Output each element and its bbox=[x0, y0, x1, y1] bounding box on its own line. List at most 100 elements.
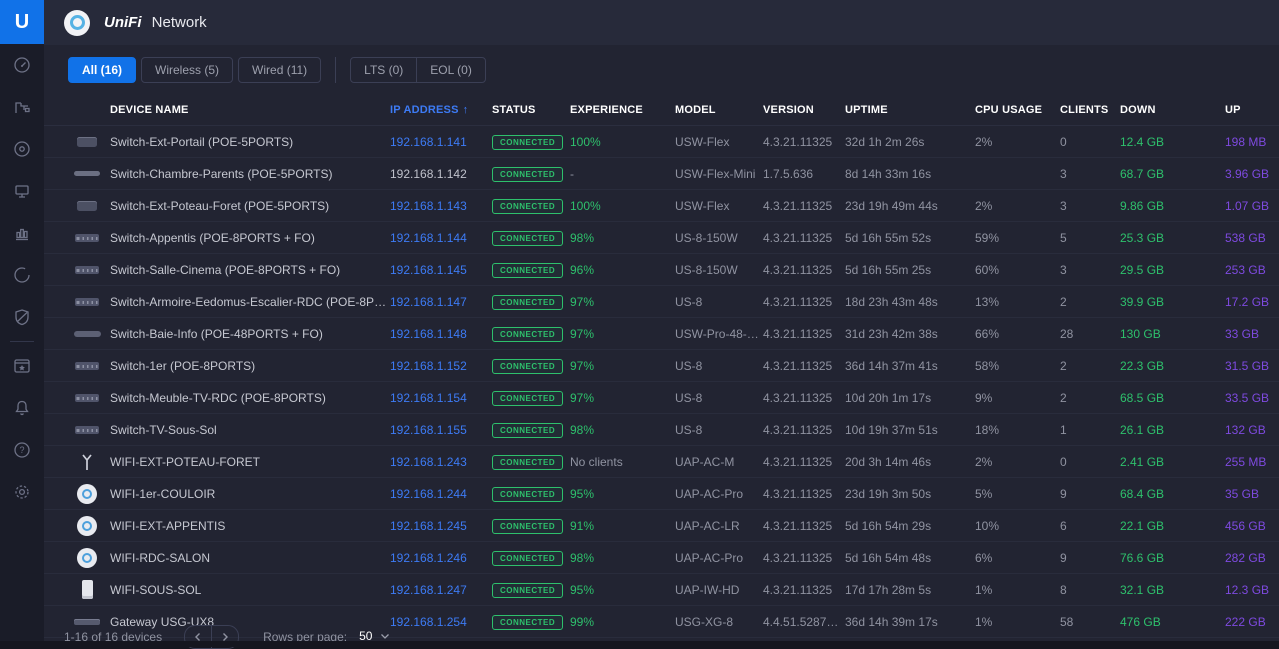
ip-address[interactable]: 192.168.1.246 bbox=[390, 551, 492, 565]
sidebar-item-topology[interactable] bbox=[0, 86, 44, 128]
column-header-down[interactable]: DOWN bbox=[1120, 104, 1225, 116]
tab-all-16[interactable]: All (16) bbox=[68, 57, 136, 83]
status-badge: CONNECTED bbox=[492, 391, 563, 406]
cpu-usage-value: 2% bbox=[975, 199, 1060, 213]
sidebar-item-devices[interactable] bbox=[0, 128, 44, 170]
sidebar-item-clients[interactable] bbox=[0, 170, 44, 212]
sidebar-item-system-log[interactable] bbox=[0, 345, 44, 387]
upload-value: 17.2 GB bbox=[1225, 295, 1279, 309]
clients-count: 9 bbox=[1060, 487, 1120, 501]
sidebar: U ? bbox=[0, 0, 44, 647]
sidebar-item-help[interactable]: ? bbox=[0, 429, 44, 471]
ip-address[interactable]: 192.168.1.155 bbox=[390, 423, 492, 437]
table-row[interactable]: Switch-1er (POE-8PORTS)192.168.1.152CONN… bbox=[44, 350, 1279, 382]
device-name: Switch-Baie-Info (POE-48PORTS + FO) bbox=[110, 327, 390, 341]
sidebar-item-insights[interactable] bbox=[0, 254, 44, 296]
column-header-up[interactable]: UP bbox=[1225, 104, 1279, 116]
table-row[interactable]: Switch-Ext-Portail (POE-5PORTS)192.168.1… bbox=[44, 126, 1279, 158]
column-header-version[interactable]: VERSION bbox=[763, 104, 845, 116]
ip-address[interactable]: 192.168.1.141 bbox=[390, 135, 492, 149]
table-row[interactable]: Switch-Armoire-Eedomus-Escalier-RDC (POE… bbox=[44, 286, 1279, 318]
sidebar-divider bbox=[10, 341, 34, 342]
column-header-experience[interactable]: EXPERIENCE bbox=[570, 104, 675, 116]
devices-table: DEVICE NAMEIP ADDRESS↑STATUSEXPERIENCEMO… bbox=[44, 95, 1279, 627]
uptime-value: 23d 19h 49m 44s bbox=[845, 199, 975, 213]
cpu-usage-value: 66% bbox=[975, 327, 1060, 341]
tab-wired-11[interactable]: Wired (11) bbox=[238, 57, 321, 83]
system-log-icon bbox=[12, 356, 32, 376]
sidebar-item-statistics[interactable] bbox=[0, 212, 44, 254]
table-row[interactable]: Switch-Meuble-TV-RDC (POE-8PORTS)192.168… bbox=[44, 382, 1279, 414]
experience-value: 98% bbox=[570, 423, 675, 437]
version-value: 4.3.21.11325 bbox=[763, 359, 845, 373]
settings-icon bbox=[12, 482, 32, 502]
ip-address[interactable]: 192.168.1.154 bbox=[390, 391, 492, 405]
column-header-clients[interactable]: CLIENTS bbox=[1060, 104, 1120, 116]
ip-address[interactable]: 192.168.1.143 bbox=[390, 199, 492, 213]
clients-count: 1 bbox=[1060, 423, 1120, 437]
device-name: Switch-Ext-Poteau-Foret (POE-5PORTS) bbox=[110, 199, 390, 213]
column-header-device-name[interactable]: DEVICE NAME bbox=[110, 104, 390, 116]
cpu-usage-value: 2% bbox=[975, 455, 1060, 469]
sidebar-item-notifications[interactable] bbox=[0, 387, 44, 429]
help-icon: ? bbox=[12, 440, 32, 460]
device-name: WIFI-EXT-APPENTIS bbox=[110, 519, 390, 533]
sort-ascending-icon: ↑ bbox=[463, 104, 469, 116]
column-header-ip-address[interactable]: IP ADDRESS↑ bbox=[390, 104, 492, 116]
column-header-model[interactable]: MODEL bbox=[675, 104, 763, 116]
column-header-label: VERSION bbox=[763, 104, 814, 116]
unifi-network-app: U ? UniFi Network All (16)Wireless (5)Wi… bbox=[0, 0, 1279, 647]
table-row[interactable]: WIFI-SOUS-SOL192.168.1.247CONNECTED95%UA… bbox=[44, 574, 1279, 606]
ip-address[interactable]: 192.168.1.247 bbox=[390, 583, 492, 597]
sidebar-item-threat-management[interactable] bbox=[0, 296, 44, 338]
sidebar-item-settings[interactable] bbox=[0, 471, 44, 513]
table-row[interactable]: Switch-Appentis (POE-8PORTS + FO)192.168… bbox=[44, 222, 1279, 254]
experience-value: 96% bbox=[570, 263, 675, 277]
ip-address[interactable]: 192.168.1.145 bbox=[390, 263, 492, 277]
tab-lts-0[interactable]: LTS (0) bbox=[350, 57, 417, 83]
table-row[interactable]: WIFI-EXT-POTEAU-FORET192.168.1.243CONNEC… bbox=[44, 446, 1279, 478]
sidebar-item-unifi-logo[interactable]: U bbox=[0, 0, 44, 44]
unifi-ap-logo-icon bbox=[64, 10, 90, 36]
ip-address[interactable]: 192.168.1.147 bbox=[390, 295, 492, 309]
ip-address[interactable]: 192.168.1.152 bbox=[390, 359, 492, 373]
column-header-status[interactable]: STATUS bbox=[492, 104, 570, 116]
download-value: 22.1 GB bbox=[1120, 519, 1225, 533]
column-header-cpu-usage[interactable]: CPU USAGE bbox=[975, 104, 1060, 116]
app-title-primary: UniFi bbox=[104, 14, 142, 31]
table-row[interactable]: WIFI-RDC-SALON192.168.1.246CONNECTED98%U… bbox=[44, 542, 1279, 574]
switch-8-icon bbox=[64, 266, 110, 274]
status-badge: CONNECTED bbox=[492, 551, 563, 566]
device-name: Switch-Appentis (POE-8PORTS + FO) bbox=[110, 231, 390, 245]
switch-8-icon bbox=[64, 362, 110, 370]
status-badge: CONNECTED bbox=[492, 423, 563, 438]
ip-address[interactable]: 192.168.1.245 bbox=[390, 519, 492, 533]
table-row[interactable]: WIFI-1er-COULOIR192.168.1.244CONNECTED95… bbox=[44, 478, 1279, 510]
table-row[interactable]: Switch-Chambre-Parents (POE-5PORTS)192.1… bbox=[44, 158, 1279, 190]
table-row[interactable]: Switch-TV-Sous-Sol192.168.1.155CONNECTED… bbox=[44, 414, 1279, 446]
table-row[interactable]: Switch-Ext-Poteau-Foret (POE-5PORTS)192.… bbox=[44, 190, 1279, 222]
device-name: WIFI-RDC-SALON bbox=[110, 551, 390, 565]
column-header-uptime[interactable]: UPTIME bbox=[845, 104, 975, 116]
uptime-value: 20d 3h 14m 46s bbox=[845, 455, 975, 469]
ip-address[interactable]: 192.168.1.144 bbox=[390, 231, 492, 245]
sidebar-item-dashboard[interactable] bbox=[0, 44, 44, 86]
device-name: WIFI-1er-COULOIR bbox=[110, 487, 390, 501]
table-row[interactable]: Switch-Baie-Info (POE-48PORTS + FO)192.1… bbox=[44, 318, 1279, 350]
experience-value: 98% bbox=[570, 551, 675, 565]
table-body: Switch-Ext-Portail (POE-5PORTS)192.168.1… bbox=[44, 126, 1279, 638]
status-badge: CONNECTED bbox=[492, 295, 563, 310]
table-row[interactable]: WIFI-EXT-APPENTIS192.168.1.245CONNECTED9… bbox=[44, 510, 1279, 542]
devices-icon bbox=[12, 139, 32, 159]
tab-eol-0[interactable]: EOL (0) bbox=[416, 57, 486, 83]
table-row[interactable]: Switch-Salle-Cinema (POE-8PORTS + FO)192… bbox=[44, 254, 1279, 286]
uptime-value: 31d 23h 42m 38s bbox=[845, 327, 975, 341]
experience-value: 98% bbox=[570, 231, 675, 245]
ip-address[interactable]: 192.168.1.243 bbox=[390, 455, 492, 469]
tab-wireless-5[interactable]: Wireless (5) bbox=[141, 57, 233, 83]
ip-address[interactable]: 192.168.1.148 bbox=[390, 327, 492, 341]
device-name: Switch-Chambre-Parents (POE-5PORTS) bbox=[110, 167, 390, 181]
model-value: US-8 bbox=[675, 295, 763, 309]
ip-address[interactable]: 192.168.1.244 bbox=[390, 487, 492, 501]
download-value: 26.1 GB bbox=[1120, 423, 1225, 437]
